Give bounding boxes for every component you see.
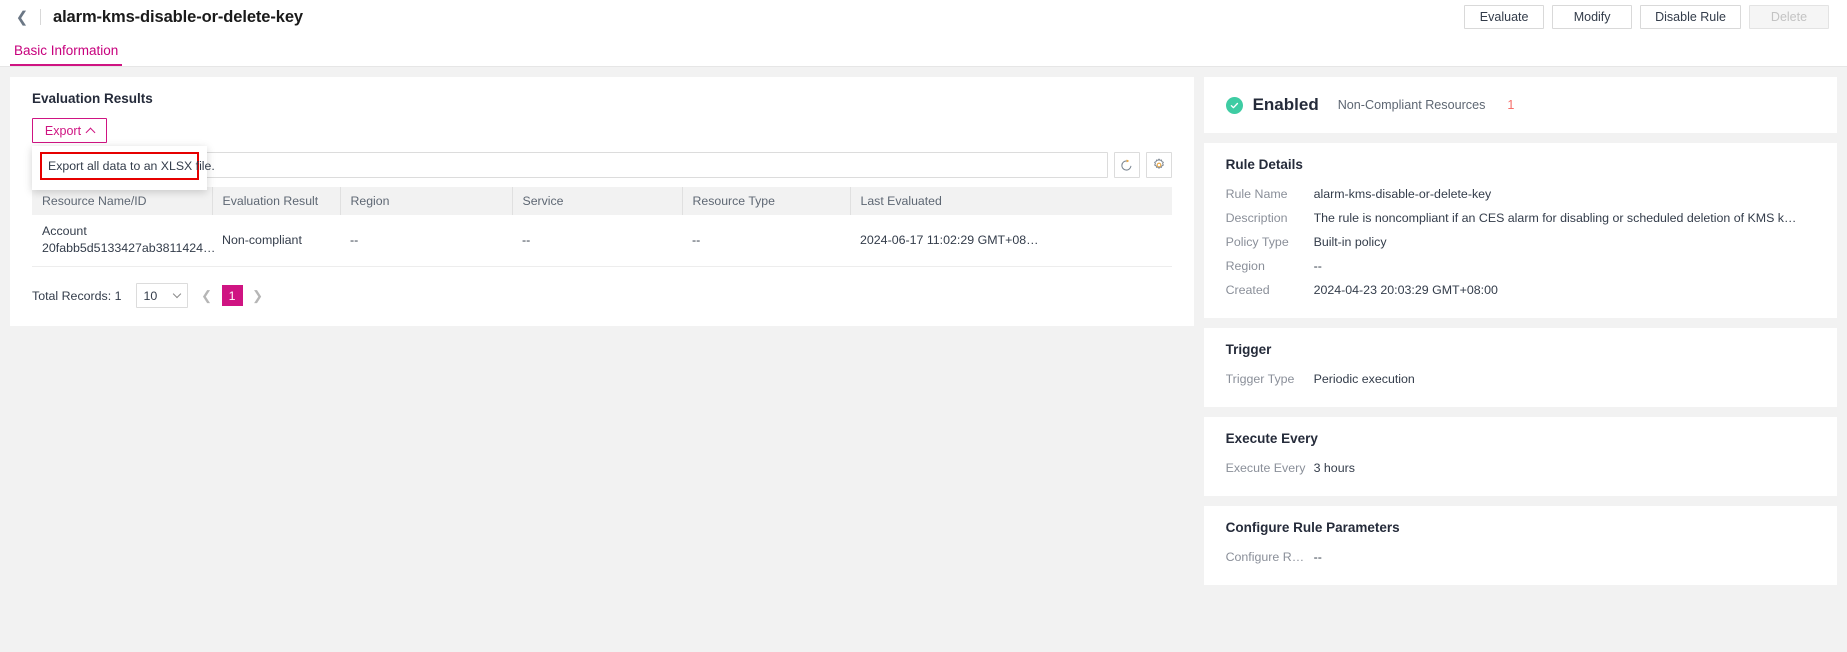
chevron-up-icon	[85, 127, 96, 137]
field-value: 2024-04-23 20:03:29 GMT+08:00	[1313, 283, 1498, 297]
field-value: The rule is noncompliant if an CES alarm…	[1313, 211, 1797, 225]
right-panel: Enabled Non-Compliant Resources 1 Rule D…	[1203, 77, 1837, 585]
cell-evaluation-result: Non-compliant	[212, 215, 340, 267]
status-badge: Enabled	[1252, 95, 1319, 114]
refresh-button[interactable]	[1113, 152, 1140, 178]
field-execute-every: Execute Every 3 hours	[1226, 456, 1815, 480]
chevron-down-icon	[172, 289, 181, 299]
evaluate-button[interactable]: Evaluate	[1464, 5, 1545, 29]
field-label: Created	[1225, 283, 1270, 297]
status-card: Enabled Non-Compliant Resources 1	[1203, 77, 1837, 133]
refresh-icon	[1121, 158, 1132, 171]
page-number-1[interactable]: 1	[221, 285, 243, 306]
disable-rule-button[interactable]: Disable Rule	[1640, 5, 1741, 29]
cell-service: --	[512, 215, 682, 267]
field-configure-rule-parameters: Configure R… --	[1226, 545, 1815, 569]
field-label: Region	[1225, 259, 1265, 273]
noncompliant-resources-label: Non-Compliant Resources	[1337, 98, 1486, 112]
export-all-xlsx-menu-item[interactable]: Export all data to an XLSX file.	[40, 152, 215, 180]
export-button-label: Export	[44, 123, 82, 138]
field-created: Created 2024-04-23 20:03:29 GMT+08:00	[1226, 278, 1815, 302]
field-label: Rule Name	[1225, 187, 1288, 201]
field-description: Description The rule is noncompliant if …	[1226, 206, 1815, 230]
evaluation-results-title: Evaluation Results	[32, 91, 153, 106]
delete-button: Delete	[1749, 5, 1829, 29]
title-divider	[40, 9, 41, 25]
execute-every-title: Execute Every	[1225, 431, 1318, 446]
column-header-service[interactable]: Service	[512, 187, 683, 215]
field-value: Built-in policy	[1313, 235, 1387, 249]
column-header-evaluation-result[interactable]: Evaluation Result	[212, 187, 341, 215]
field-label: Policy Type	[1225, 235, 1289, 249]
export-button[interactable]: Export	[32, 118, 107, 143]
trigger-title: Trigger	[1225, 342, 1272, 357]
cell-resource-name-id: Account 20fabb5d5133427ab3811424…	[32, 215, 216, 267]
page-title: alarm-kms-disable-or-delete-key	[53, 7, 303, 26]
column-header-resource-type[interactable]: Resource Type	[682, 187, 851, 215]
back-icon[interactable]: ❮	[14, 6, 30, 28]
rule-details-card: Rule Details Rule Name alarm-kms-disable…	[1203, 143, 1837, 318]
modify-button[interactable]: Modify	[1552, 5, 1633, 29]
field-value: Periodic execution	[1313, 372, 1415, 386]
field-trigger-type: Trigger Type Periodic execution	[1226, 367, 1815, 391]
column-header-last-evaluated[interactable]: Last Evaluated	[850, 187, 1172, 215]
field-label: Trigger Type	[1225, 372, 1295, 386]
resource-id: 20fabb5d5133427ab3811424…	[42, 241, 216, 255]
rule-details-title: Rule Details	[1225, 157, 1303, 172]
resource-name: Account	[42, 224, 87, 238]
check-circle-icon	[1225, 96, 1243, 114]
export-dropdown-menu: Export all data to an XLSX file.	[32, 146, 215, 190]
tab-basic-information[interactable]: Basic Information	[10, 43, 123, 66]
page-size-select[interactable]: 10	[135, 283, 188, 308]
cell-last-evaluated: 2024-06-17 11:02:29 GMT+08…	[850, 215, 1172, 267]
export-row: Export Export all data to an XLSX file.	[32, 118, 1172, 190]
status-line: Enabled Non-Compliant Resources 1	[1225, 91, 1815, 117]
gear-icon	[1153, 158, 1164, 169]
tab-bar: Basic Information	[0, 34, 1847, 67]
field-rule-name: Rule Name alarm-kms-disable-or-delete-ke…	[1226, 182, 1815, 206]
total-records-label: Total Records: 1	[32, 288, 122, 303]
field-region: Region --	[1226, 254, 1815, 278]
configure-rule-parameters-card: Configure Rule Parameters Configure R… -…	[1203, 506, 1837, 585]
field-label: Configure R…	[1225, 550, 1305, 564]
configure-rule-parameters-title: Configure Rule Parameters	[1225, 520, 1400, 535]
field-policy-type: Policy Type Built-in policy	[1226, 230, 1815, 254]
table-row[interactable]: Account 20fabb5d5133427ab3811424… Non-co…	[32, 215, 1172, 267]
field-value: 3 hours	[1313, 461, 1355, 475]
pager: ❮ 1 ❯	[198, 285, 267, 307]
cell-region: --	[340, 215, 512, 267]
trigger-card: Trigger Trigger Type Periodic execution	[1203, 328, 1837, 407]
page-size-value: 10	[143, 288, 158, 303]
execute-every-card: Execute Every Execute Every 3 hours	[1203, 417, 1837, 496]
table-body: Account 20fabb5d5133427ab3811424… Non-co…	[32, 215, 1172, 267]
table-header: Resource Name/ID Evaluation Result Regio…	[32, 187, 1172, 215]
top-bar-actions: Evaluate Modify Disable Rule Delete	[1464, 5, 1829, 29]
noncompliant-resources-count[interactable]: 1	[1507, 98, 1514, 112]
main-content: Evaluation Results Export Export all dat…	[0, 67, 1847, 652]
field-value: --	[1313, 550, 1322, 564]
column-header-resource-name-id[interactable]: Resource Name/ID	[32, 187, 213, 215]
prev-page-button[interactable]: ❮	[198, 285, 216, 307]
settings-button[interactable]	[1145, 152, 1172, 178]
evaluation-results-card: Evaluation Results Export Export all dat…	[10, 77, 1194, 326]
field-label: Execute Every	[1225, 461, 1306, 475]
evaluation-results-table: Resource Name/ID Evaluation Result Regio…	[32, 187, 1172, 267]
field-label: Description	[1225, 211, 1288, 225]
cell-resource-type: --	[682, 215, 850, 267]
next-page-button[interactable]: ❯	[249, 285, 267, 307]
top-bar: ❮ alarm-kms-disable-or-delete-key Evalua…	[0, 0, 1847, 34]
field-value: alarm-kms-disable-or-delete-key	[1313, 187, 1492, 201]
pagination: Total Records: 1 10 ❮ 1 ❯	[32, 283, 1172, 308]
column-header-region[interactable]: Region	[340, 187, 513, 215]
field-value: --	[1313, 259, 1322, 273]
